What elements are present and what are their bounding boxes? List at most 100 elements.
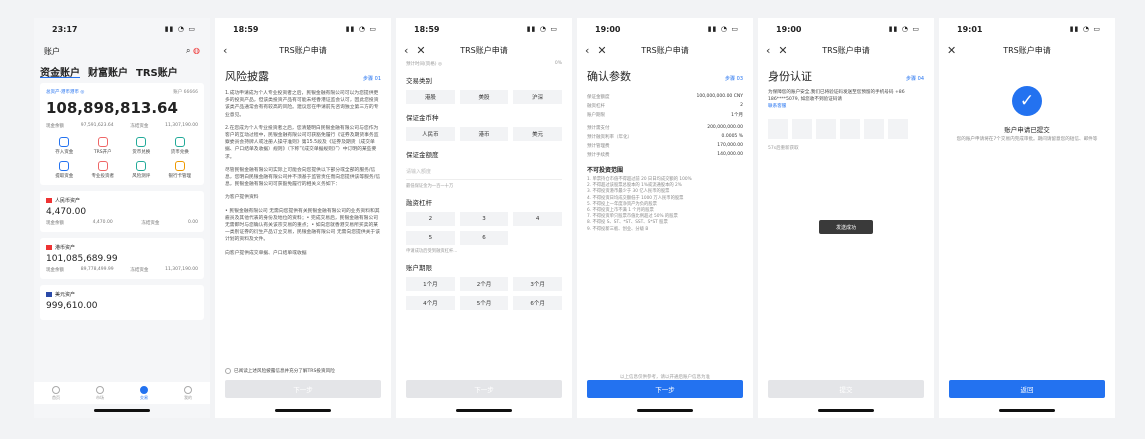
option-hk-stock[interactable]: 港股 — [406, 90, 455, 104]
option-leverage[interactable]: 2 — [406, 212, 455, 226]
status-time: 18:59 — [414, 24, 440, 34]
status-bar: 18:59 ▮▮ ◔ ▭ — [215, 18, 391, 40]
option-term[interactable]: 4个月 — [406, 296, 455, 310]
next-button[interactable]: 下一步 — [587, 380, 743, 398]
tab-mine[interactable]: 我的 — [184, 385, 192, 401]
option-leverage[interactable]: 6 — [459, 231, 509, 245]
next-button[interactable]: 下一步 — [406, 380, 562, 398]
tab-wealth-account[interactable]: 财富账户 — [88, 64, 128, 79]
hkd-asset-card[interactable]: 港币资产 101,085,689.99 现金余额 89,778,499.99 冻… — [40, 238, 204, 279]
tab-trade[interactable]: 交易 — [140, 385, 148, 401]
trade-icon — [140, 385, 148, 394]
hkd-cash-label: 现金余额 — [46, 268, 64, 273]
phone-account-overview: 23:17 ▮▮ ◔ ▭ 账户 ⌕ ◍ 资金账户 财富账户 TRS账户 总资产·… — [34, 18, 210, 418]
option-term[interactable]: 5个月 — [459, 296, 509, 310]
section-header: 风险披露 步骤 01 — [215, 60, 391, 90]
status-time: 18:59 — [233, 24, 259, 34]
code-box[interactable] — [840, 119, 860, 140]
close-icon[interactable]: ✕ — [778, 44, 787, 57]
usd-asset-card[interactable]: 美元资产 999,610.00 — [40, 285, 204, 320]
option-a-share[interactable]: 沪深 — [513, 90, 562, 104]
grid-item-withdraw[interactable]: 提取资金 — [46, 161, 83, 179]
tab-trs-account[interactable]: TRS账户 — [136, 64, 178, 79]
option-usd[interactable]: 美元 — [513, 127, 562, 141]
header-icons: ⌕ ◍ — [186, 46, 200, 56]
message-icon[interactable]: ◍ — [193, 46, 200, 55]
disclosure-paragraph: 向客户提供成交单据、户口结单或收据 — [225, 250, 307, 256]
nav-bar: ‹ ✕ TRS账户申请 — [758, 40, 934, 60]
grid-label: 专业投资者 — [91, 174, 115, 179]
param-key: 预计管理费 — [587, 143, 610, 149]
code-box[interactable] — [792, 119, 812, 140]
status-bar: 19:00 ▮▮ ◔ ▭ — [758, 18, 934, 40]
toast-message: 发送成功 — [819, 220, 873, 234]
param-key: 保证金额度 — [587, 94, 610, 100]
return-button[interactable]: 返回 — [949, 380, 1105, 398]
status-time: 23:17 — [52, 24, 78, 34]
option-hkd[interactable]: 港币 — [459, 127, 509, 141]
home-indicator — [94, 409, 150, 412]
close-icon[interactable]: ✕ — [416, 44, 425, 57]
grid-label: 提取资金 — [55, 174, 74, 179]
code-box[interactable] — [864, 119, 884, 140]
trs-icon — [97, 137, 108, 147]
next-button[interactable]: 下一步 — [225, 380, 381, 398]
scope-item: 9. 不得投新三板、创业、分级 B — [587, 226, 649, 232]
tab-fund-account[interactable]: 资金账户 — [40, 64, 80, 79]
close-icon[interactable]: ✕ — [597, 44, 606, 57]
page-title: 账户 — [44, 46, 60, 56]
code-box[interactable] — [768, 119, 788, 140]
hkd-flag-icon — [46, 245, 52, 250]
option-term[interactable]: 3个月 — [513, 277, 562, 291]
progress-value: 0% — [554, 61, 562, 66]
signal-icons: ▮▮ ◔ ▭ — [1069, 25, 1101, 33]
grid-item-risk-test[interactable]: 风险测评 — [123, 161, 160, 179]
amount-input[interactable]: 请输入额度 — [406, 164, 562, 180]
param-row: 预计融资利率（年化） 0.0005 % — [577, 132, 753, 141]
param-value: 200,000,000.00 — [707, 125, 743, 130]
back-icon[interactable]: ‹ — [585, 44, 589, 57]
signal-icons: ▮▮ ◔ ▭ — [707, 25, 739, 33]
option-term[interactable]: 1个月 — [406, 277, 455, 291]
market-icon — [96, 385, 104, 394]
grid-item-trs-open[interactable]: TRS开户 — [85, 137, 122, 155]
back-icon[interactable]: ‹ — [766, 44, 770, 57]
option-term[interactable]: 2个月 — [459, 277, 509, 291]
nav-bar: 账户 ⌕ ◍ — [34, 40, 210, 62]
option-leverage[interactable]: 4 — [513, 212, 562, 226]
search-icon[interactable]: ⌕ — [186, 46, 190, 55]
screenshot-strip: 23:17 ▮▮ ◔ ▭ 账户 ⌕ ◍ 资金账户 财富账户 TRS账户 总资产·… — [0, 0, 1145, 439]
home-indicator — [456, 409, 512, 412]
section-margin-currency: 保证金币种 — [406, 114, 439, 122]
param-value: 1个月 — [731, 112, 743, 118]
code-box[interactable] — [816, 119, 836, 140]
grid-item-exchange[interactable]: 货币兑换 — [123, 137, 160, 155]
grid-item-deposit[interactable]: 存入资金 — [46, 137, 83, 155]
back-icon[interactable]: ‹ — [223, 44, 227, 57]
step-label: 步骤 01 — [363, 76, 381, 82]
option-cny[interactable]: 人民币 — [406, 127, 455, 141]
grid-item-pro-investor[interactable]: 专业投资者 — [85, 161, 122, 179]
submit-button[interactable]: 提交 — [768, 380, 924, 398]
frozen-label: 冻结资金 — [130, 124, 149, 129]
grid-item-exchange-2[interactable]: 货币兑换 — [162, 137, 199, 155]
cny-asset-card[interactable]: 人民币资产 4,470.00 现金余额 4,470.00 冻结资金 0.00 — [40, 191, 204, 232]
option-leverage[interactable]: 5 — [406, 231, 455, 245]
tab-home[interactable]: 首页 — [52, 385, 60, 401]
asset-currency-label[interactable]: 总资产·港币港币 ◎ — [46, 89, 84, 95]
agree-row[interactable]: 已阅读上述风险披露信息并充分了解TRS投资风险 — [225, 368, 381, 374]
option-leverage[interactable]: 3 — [459, 212, 509, 226]
code-input[interactable] — [758, 109, 934, 145]
close-icon[interactable]: ✕ — [947, 44, 956, 57]
back-icon[interactable]: ‹ — [404, 44, 408, 57]
frozen-value: 11,307,190.00 — [165, 123, 198, 128]
option-term[interactable]: 6个月 — [513, 296, 562, 310]
agree-checkbox[interactable] — [225, 368, 231, 374]
leverage-options: 2 3 4 5 6 — [396, 212, 572, 245]
option-us-stock[interactable]: 美股 — [459, 90, 509, 104]
leverage-hint: 申请成功后受到融资杠杆... — [406, 249, 458, 254]
nav-bar: ‹ ✕ TRS账户申请 — [396, 40, 572, 60]
code-box[interactable] — [888, 119, 908, 140]
tab-market[interactable]: 市场 — [96, 385, 104, 401]
grid-item-bank-card[interactable]: 银行卡管理 — [162, 161, 199, 179]
